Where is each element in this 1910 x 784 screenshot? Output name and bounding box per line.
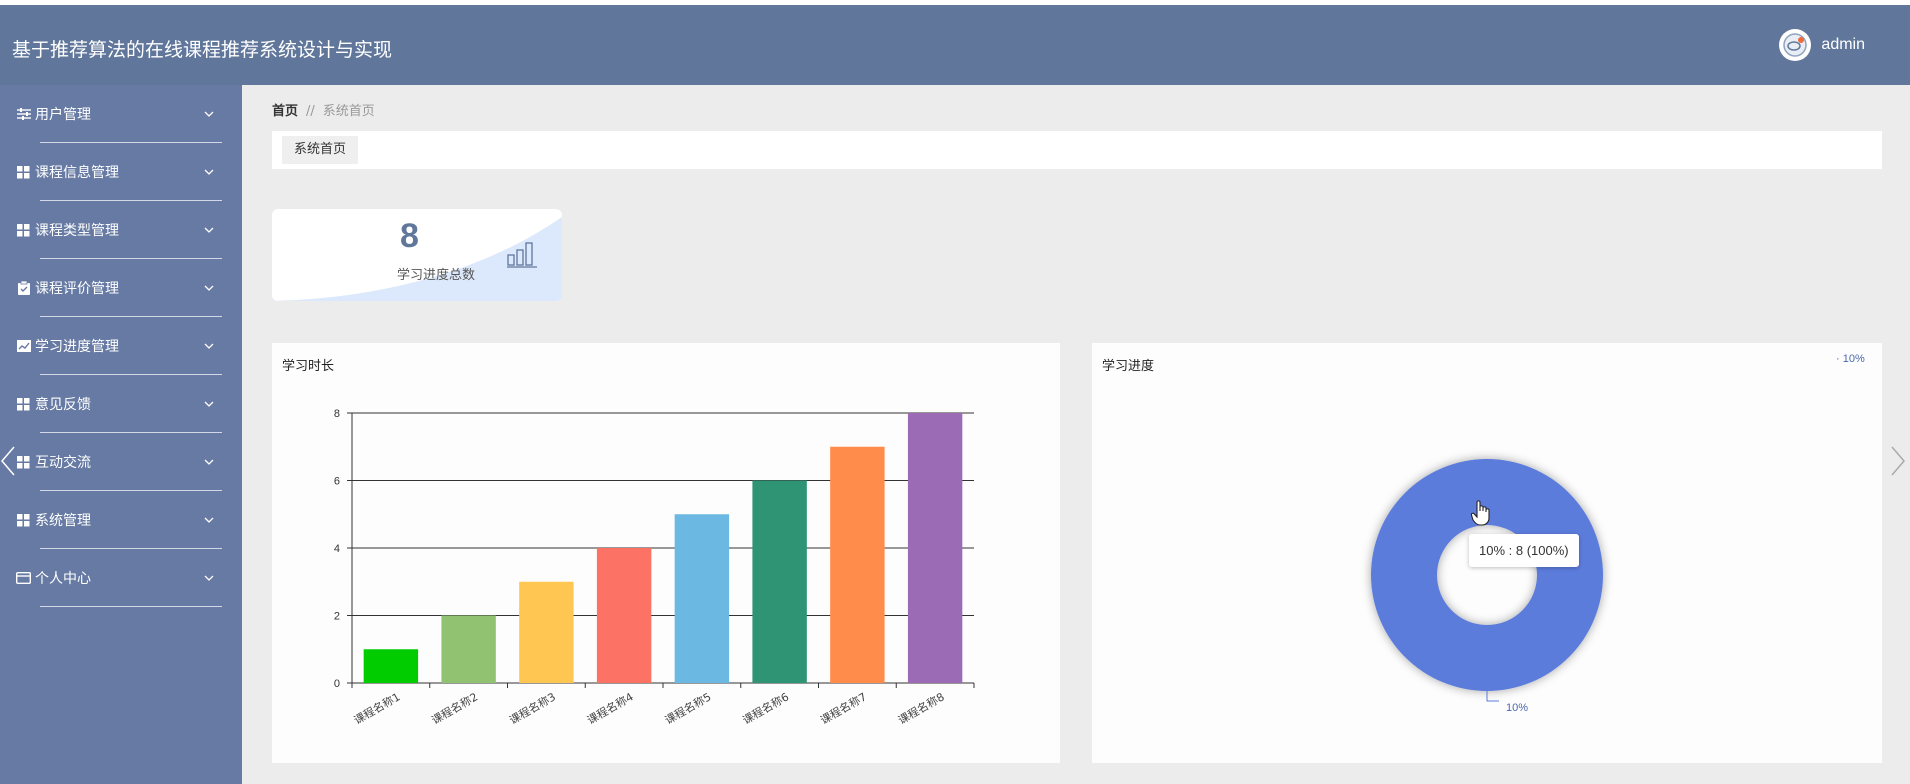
chevron-down-icon [204,459,214,465]
tabs-bar: 系统首页 [272,131,1882,169]
sidebar-item-course-review[interactable]: 课程评价管理 [0,259,242,317]
x-tick-label: 课程名称3 [507,689,558,727]
x-tick-label: 课程名称5 [662,689,713,727]
bar[interactable] [830,446,885,683]
breadcrumb-current: 系统首页 [322,104,375,119]
pie-chart-title: 学习进度 [1102,359,1155,374]
chevron-down-icon [204,517,214,523]
chevron-right-icon[interactable] [1890,445,1906,477]
pie-slice-label: 10% [1506,702,1529,714]
sidebar-item-course-info[interactable]: 课程信息管理 [0,143,242,201]
hand-cursor-icon [1471,500,1490,526]
grid-icon [16,455,31,470]
chevron-down-icon [204,343,214,349]
card-icon [16,571,31,586]
grid-icon [16,165,31,180]
chevron-down-icon [204,575,214,581]
y-tick-label: 4 [334,543,340,555]
sidebar-item-label: 学习进度管理 [35,339,119,355]
chevron-down-icon [204,401,214,407]
y-tick-label: 0 [334,678,340,690]
breadcrumb: 首页 // 系统首页 [272,100,375,119]
bar-chart-icon [507,242,537,268]
tab-system-home[interactable]: 系统首页 [282,136,359,164]
x-tick-label: 课程名称1 [351,689,402,727]
sidebar: 用户管理 课程信息管理 课程类型管理 课程评价管理 学习进度管理 意见反馈 互动… [0,85,242,784]
pie-legend-marker: · [1836,353,1840,365]
sliders-icon [16,107,31,122]
bar[interactable] [363,649,419,683]
y-tick-label: 8 [334,408,340,420]
bar[interactable] [519,581,574,683]
chart-tooltip: 10% : 8 (100%) [1469,534,1579,567]
stat-value: 8 [400,217,419,255]
breadcrumb-home[interactable]: 首页 [272,104,298,119]
top-bar: 基于推荐算法的在线课程推荐系统设计与实现 admin [0,0,1910,85]
chevron-down-icon [204,111,214,117]
stat-label: 学习进度总数 [397,268,476,283]
x-tick-label: 课程名称7 [818,689,869,727]
bar[interactable] [907,413,963,683]
x-tick-label: 课程名称8 [895,689,946,727]
breadcrumb-separator: // [306,104,315,119]
sidebar-item-profile[interactable]: 个人中心 [0,549,242,607]
study-time-panel: 学习时长 0 2 4 6 8 课程名称1 课程名称2 课程名称3 课程名称4 课程名称5 课程名称6… [272,343,1060,763]
chevron-left-icon[interactable] [0,445,16,477]
sidebar-item-label: 意见反馈 [35,397,91,413]
sidebar-item-progress[interactable]: 学习进度管理 [0,317,242,375]
pie-legend[interactable]: · 10% [1836,353,1865,365]
sidebar-item-interaction[interactable]: 互动交流 [0,433,242,491]
sidebar-item-label: 课程类型管理 [35,223,119,239]
username[interactable]: admin [1821,36,1865,54]
chevron-down-icon [204,169,214,175]
chevron-down-icon [204,227,214,233]
label-leader-line [1486,691,1499,702]
app-title: 基于推荐算法的在线课程推荐系统设计与实现 [12,39,393,61]
grid-icon [16,513,31,528]
grid-icon [16,397,31,412]
sidebar-item-label: 个人中心 [35,571,91,587]
avatar-image-icon [1783,33,1808,57]
sidebar-item-user-management[interactable]: 用户管理 [0,85,242,143]
y-tick-label: 2 [334,611,340,623]
pie-slice[interactable] [1371,459,1603,691]
bar-chart: 0 2 4 6 8 课程名称1 课程名称2 课程名称3 课程名称4 课程名称5 课程名称6 课程名称7… [334,408,975,727]
trend-icon [16,339,31,354]
bar[interactable] [674,514,730,683]
pie-legend-item: 10% [1842,353,1865,365]
sidebar-item-label: 用户管理 [35,107,91,123]
bar[interactable] [441,615,496,684]
bar[interactable] [752,480,807,684]
sidebar-item-label: 互动交流 [35,455,91,471]
sidebar-item-course-type[interactable]: 课程类型管理 [0,201,242,259]
grid-icon [16,223,31,238]
sidebar-item-label: 课程评价管理 [35,281,119,297]
x-tick-label: 课程名称2 [429,689,480,727]
x-tick-label: 课程名称6 [740,689,791,727]
bar-chart-title: 学习时长 [282,359,335,374]
sidebar-item-system[interactable]: 系统管理 [0,491,242,549]
sidebar-item-label: 系统管理 [35,513,91,529]
y-tick-label: 6 [334,476,340,488]
sidebar-item-label: 课程信息管理 [35,165,119,181]
clipboard-icon [16,281,31,296]
bar[interactable] [596,548,652,683]
x-tick-label: 课程名称4 [584,689,635,727]
main-content: 首页 // 系统首页 系统首页 8 学习进度总数 学习时长 0 2 4 6 8 课程名称1 课程… [242,85,1910,784]
avatar[interactable] [1779,29,1812,61]
stat-card: 8 学习进度总数 [272,209,562,301]
sidebar-item-feedback[interactable]: 意见反馈 [0,375,242,433]
chevron-down-icon [204,285,214,291]
user-menu[interactable]: admin [1779,29,1865,61]
